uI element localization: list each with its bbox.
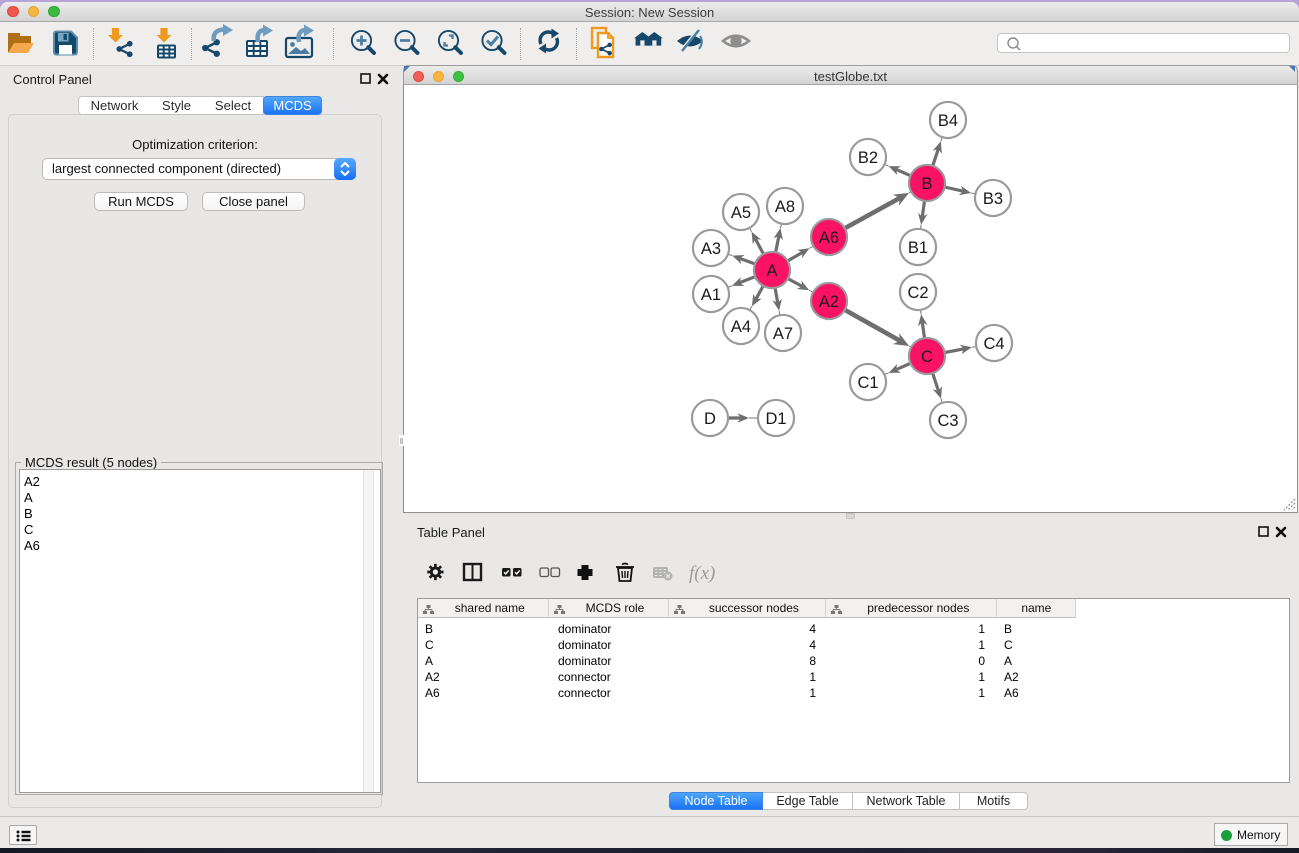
svg-text:A7: A7	[773, 325, 793, 343]
svg-text:B1: B1	[908, 239, 928, 257]
svg-text:A6: A6	[819, 229, 839, 247]
svg-text:A: A	[766, 262, 777, 280]
svg-text:A1: A1	[701, 286, 721, 304]
svg-text:f(x): f(x)	[689, 563, 715, 584]
svg-text:B4: B4	[938, 112, 958, 130]
svg-text:C2: C2	[907, 284, 928, 302]
svg-text:B: B	[921, 175, 932, 193]
svg-text:C: C	[921, 348, 933, 366]
svg-text:C1: C1	[857, 374, 878, 392]
svg-text:A5: A5	[731, 204, 751, 222]
svg-text:D1: D1	[765, 410, 786, 428]
svg-text:D: D	[704, 410, 716, 428]
svg-text:A3: A3	[701, 240, 721, 258]
svg-text:A4: A4	[731, 318, 751, 336]
svg-text:C3: C3	[937, 412, 958, 430]
svg-text:A8: A8	[775, 198, 795, 216]
svg-text:B2: B2	[858, 149, 878, 167]
svg-text:C4: C4	[983, 335, 1004, 353]
svg-text:B3: B3	[983, 190, 1003, 208]
svg-text:A2: A2	[819, 293, 839, 311]
